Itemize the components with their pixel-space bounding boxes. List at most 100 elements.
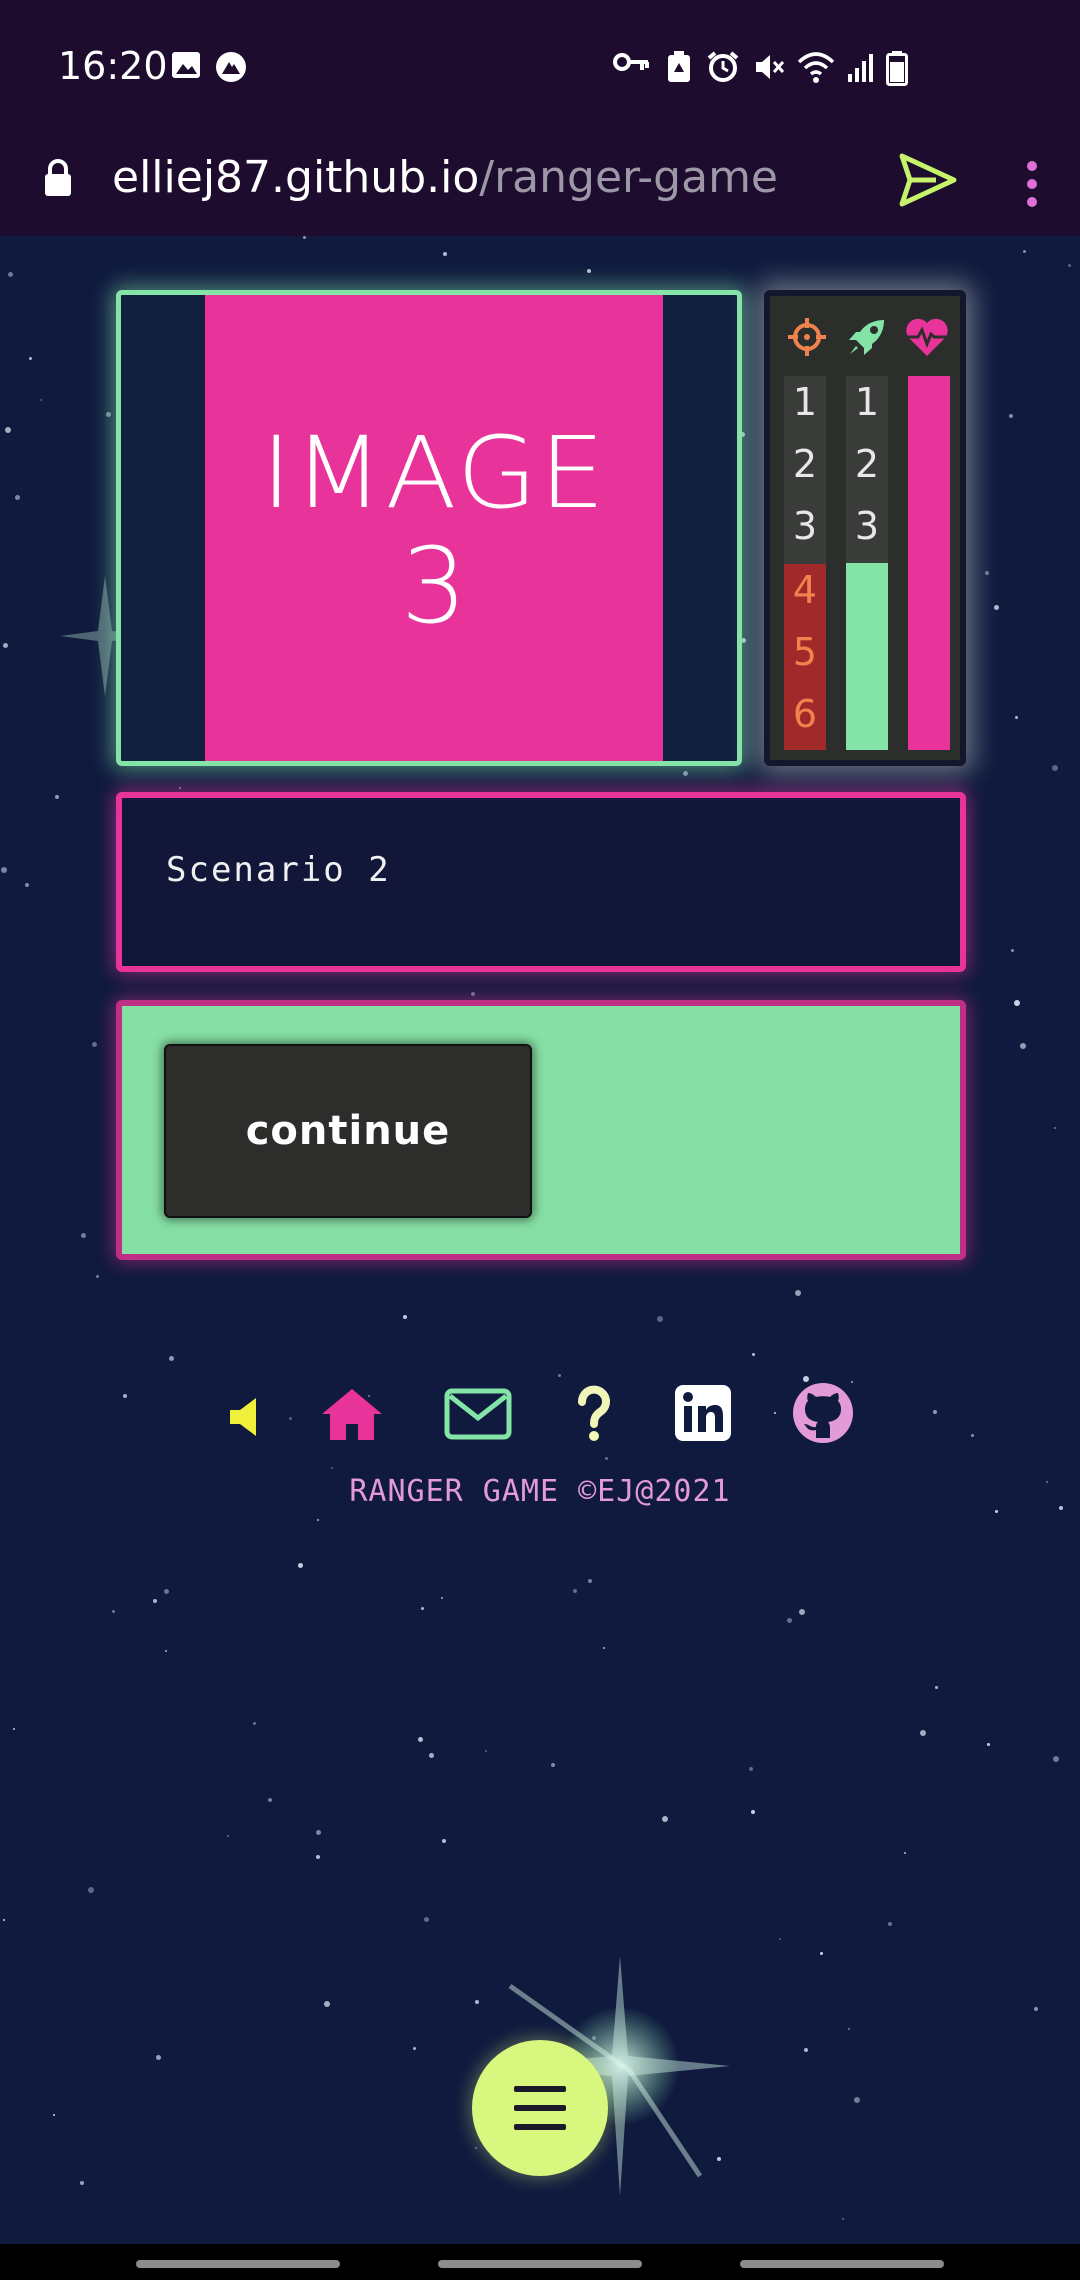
star-dot xyxy=(165,1650,167,1652)
more-options-icon[interactable] xyxy=(1024,156,1040,212)
star-dot xyxy=(588,1579,592,1583)
star-dot xyxy=(904,1852,906,1854)
star-dot xyxy=(253,1722,256,1725)
target-number: 1 xyxy=(792,380,818,424)
github-icon[interactable] xyxy=(792,1382,854,1444)
target-number: 2 xyxy=(792,442,818,486)
star-dot xyxy=(603,1647,605,1649)
star-dot xyxy=(657,1316,663,1322)
star-dot xyxy=(842,2218,844,2220)
star-dot xyxy=(298,1563,303,1568)
scenario-text: Scenario 2 xyxy=(166,850,391,890)
star-dot xyxy=(1,867,7,873)
star-dot xyxy=(471,992,475,996)
star-dot xyxy=(994,605,999,610)
url-path: /ranger-game xyxy=(479,152,779,203)
scene-image-title: IMAGE xyxy=(260,415,608,531)
ship-number: 3 xyxy=(854,504,880,548)
star-dot xyxy=(55,795,59,799)
star-dot xyxy=(169,1356,174,1361)
star-dot xyxy=(424,1917,429,1922)
menu-button[interactable] xyxy=(472,2040,608,2176)
star-dot xyxy=(316,1830,321,1835)
star-dot xyxy=(751,1810,755,1814)
mail-icon[interactable] xyxy=(444,1388,512,1440)
star-dot xyxy=(80,2181,84,2185)
hamburger-icon xyxy=(514,2086,566,2130)
star-dot xyxy=(403,1315,407,1319)
star-dot xyxy=(787,1618,792,1623)
star-dot xyxy=(1053,1756,1059,1762)
nav-handle[interactable] xyxy=(438,2260,642,2268)
vpn-key-icon xyxy=(613,53,649,71)
star-dot xyxy=(485,1750,487,1752)
star-dot xyxy=(443,252,447,256)
star-dot xyxy=(995,1510,998,1513)
star-dot xyxy=(15,495,20,500)
star-dot xyxy=(442,1839,446,1843)
wifi-icon xyxy=(797,52,835,83)
star-dot xyxy=(1009,414,1013,418)
star-dot xyxy=(749,1767,753,1771)
star-dot xyxy=(316,1855,320,1859)
app-notification-icon xyxy=(216,52,246,82)
question-icon[interactable] xyxy=(574,1384,614,1444)
target-column: 1 2 3 4 5 6 xyxy=(784,376,826,750)
mute-icon xyxy=(756,55,785,79)
star-dot xyxy=(3,1919,5,1921)
star-dot xyxy=(752,1353,755,1356)
browser-address-bar[interactable]: elliej87.github.io/ranger-game xyxy=(0,140,1080,236)
heartbeat-icon xyxy=(906,318,948,356)
star-dot xyxy=(25,883,29,887)
ship-column: 1 2 3 xyxy=(846,376,888,750)
star-dot xyxy=(799,1609,805,1615)
star-dot xyxy=(854,2097,860,2103)
crosshair-icon xyxy=(788,318,826,356)
footer-icons xyxy=(0,1382,1080,1452)
lock-icon xyxy=(45,159,71,196)
nav-handle[interactable] xyxy=(740,2260,944,2268)
star-dot xyxy=(605,1457,608,1460)
star-dot xyxy=(920,1730,926,1736)
star-dot xyxy=(779,1938,781,1940)
status-time: 16:20 xyxy=(58,44,168,88)
linkedin-icon[interactable] xyxy=(674,1384,732,1442)
star-dot xyxy=(164,1589,169,1594)
star-dot xyxy=(81,1233,86,1238)
star-dot xyxy=(53,2114,55,2116)
star-dot xyxy=(848,2028,850,2030)
rocket-icon xyxy=(849,320,884,355)
scene-image-number: 3 xyxy=(400,525,468,647)
battery-icon xyxy=(886,51,908,86)
nav-handle[interactable] xyxy=(136,2260,340,2268)
continue-button[interactable]: continue xyxy=(164,1044,532,1218)
star-dot xyxy=(573,1589,577,1593)
home-icon[interactable] xyxy=(320,1386,384,1442)
send-icon[interactable] xyxy=(896,150,960,210)
star-dot xyxy=(179,787,181,789)
star-dot xyxy=(324,2001,330,2007)
star-dot xyxy=(3,643,8,648)
star-dot xyxy=(987,1743,990,1746)
star-dot xyxy=(418,1737,423,1742)
star-dot xyxy=(331,1467,333,1469)
star-dot xyxy=(156,2055,161,2060)
game-page[interactable]: IMAGE 3 1 2 3 4 5 6 1 2 3 Scenario 2 con… xyxy=(0,236,1080,2244)
speaker-icon[interactable] xyxy=(228,1394,264,1440)
url-text[interactable]: elliej87.github.io/ranger-game xyxy=(112,152,778,203)
star-dot xyxy=(227,1835,229,1837)
star-dot xyxy=(1068,264,1071,267)
star-dot xyxy=(29,357,32,360)
ship-number: 2 xyxy=(854,442,880,486)
battery-saver-icon xyxy=(668,51,690,82)
star-dot xyxy=(1020,1043,1026,1049)
system-nav-bar xyxy=(0,2244,1080,2280)
star-dot xyxy=(112,1610,115,1613)
target-number: 5 xyxy=(792,630,818,674)
star-dot xyxy=(429,1753,434,1758)
star-dot xyxy=(13,1728,15,1730)
health-level-bar xyxy=(908,376,950,750)
scenario-box: Scenario 2 xyxy=(116,792,966,972)
star-dot xyxy=(587,269,591,273)
star-dot xyxy=(96,1275,99,1278)
